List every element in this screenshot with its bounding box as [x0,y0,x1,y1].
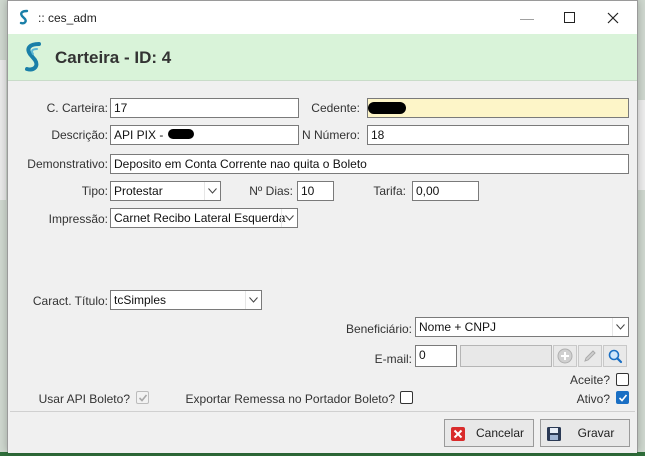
ativo-label: Ativo? [576,392,610,406]
email-secondary-input[interactable] [460,345,552,367]
search-icon [608,349,623,364]
exportar-label: Exportar Remessa no Portador Boleto? [185,392,395,406]
chevron-down-icon [245,291,261,309]
cancel-button[interactable]: Cancelar [444,419,534,447]
aceite-checkbox[interactable] [616,373,629,386]
demonstrativo-input[interactable]: Deposito em Conta Corrente nao quita o B… [110,154,629,174]
checkmark-icon [618,394,628,402]
background-app-edge-right [637,100,645,190]
maximize-button[interactable] [546,1,592,34]
chevron-down-icon [204,182,220,200]
usar-api-label: Usar API Boleto? [38,392,130,406]
save-button[interactable]: Gravar [540,419,630,447]
usar-api-checkbox[interactable] [136,391,149,404]
caract-titulo-value: tcSimples [114,293,167,307]
page-title: Carteira - ID: 4 [55,48,172,67]
tarifa-input[interactable]: 0,00 [412,181,479,201]
cedente-input[interactable] [367,98,629,118]
tipo-value: Protestar [114,184,163,198]
ativo-checkbox[interactable] [616,391,629,404]
form-panel: C. Carteira: 17 Cedente: Descrição: API … [10,83,635,412]
checkmark-icon [138,394,148,402]
n-numero-label: N Número: [301,128,360,142]
impressao-select[interactable]: Carnet Recibo Lateral Esquerda [110,208,298,228]
search-email-button[interactable] [603,345,627,367]
close-icon [607,12,619,23]
impressao-label: Impressão: [48,212,108,226]
beneficiario-value: Nome + CNPJ [419,320,497,334]
edit-email-button[interactable] [578,345,602,367]
app-logo-icon [19,9,29,25]
tipo-label: Tipo: [81,184,108,198]
carteira-dialog: :: ces_adm — Carteira - ID: 4 C. Carteir… [7,0,638,453]
tipo-select[interactable]: Protestar [110,181,221,201]
pencil-icon [584,350,596,362]
minimize-icon: — [520,9,534,26]
email-label: E-mail: [374,352,412,366]
beneficiario-select[interactable]: Nome + CNPJ [415,317,629,337]
save-label: Gravar [577,426,615,440]
n-dias-label: Nº Dias: [249,184,293,198]
add-email-button[interactable] [553,345,577,367]
redacted-descricao [168,129,194,139]
cancel-label: Cancelar [475,426,525,440]
exportar-checkbox[interactable] [400,391,413,404]
impressao-value: Carnet Recibo Lateral Esquerda [114,211,286,225]
email-input[interactable]: 0 [415,345,457,367]
title-bar: :: ces_adm — [8,1,637,34]
chevron-down-icon [281,209,297,227]
demonstrativo-label: Demonstrativo: [27,157,108,171]
beneficiario-label: Beneficiário: [345,322,412,336]
chevron-down-icon [612,318,628,336]
window-title: :: ces_adm [38,11,97,25]
dialog-header: Carteira - ID: 4 [8,34,637,81]
dialog-footer: Cancelar Gravar [8,413,637,453]
redacted-cedente [368,102,406,114]
minimize-button[interactable]: — [504,1,550,34]
cedente-label: Cedente: [311,101,360,115]
c-carteira-label: C. Carteira: [46,101,108,115]
brand-logo-icon [25,42,41,72]
maximize-icon [563,12,575,23]
close-button[interactable] [590,1,636,34]
caract-titulo-label: Caract. Título: [32,294,108,308]
descricao-label: Descrição: [51,128,108,142]
aceite-label: Aceite? [569,373,610,387]
add-icon [557,348,573,364]
n-dias-input[interactable]: 10 [297,181,334,201]
background-app-edge [0,60,6,200]
tarifa-label: Tarifa: [373,184,406,198]
caract-titulo-select[interactable]: tcSimples [110,290,262,310]
n-numero-input[interactable]: 18 [367,125,629,145]
